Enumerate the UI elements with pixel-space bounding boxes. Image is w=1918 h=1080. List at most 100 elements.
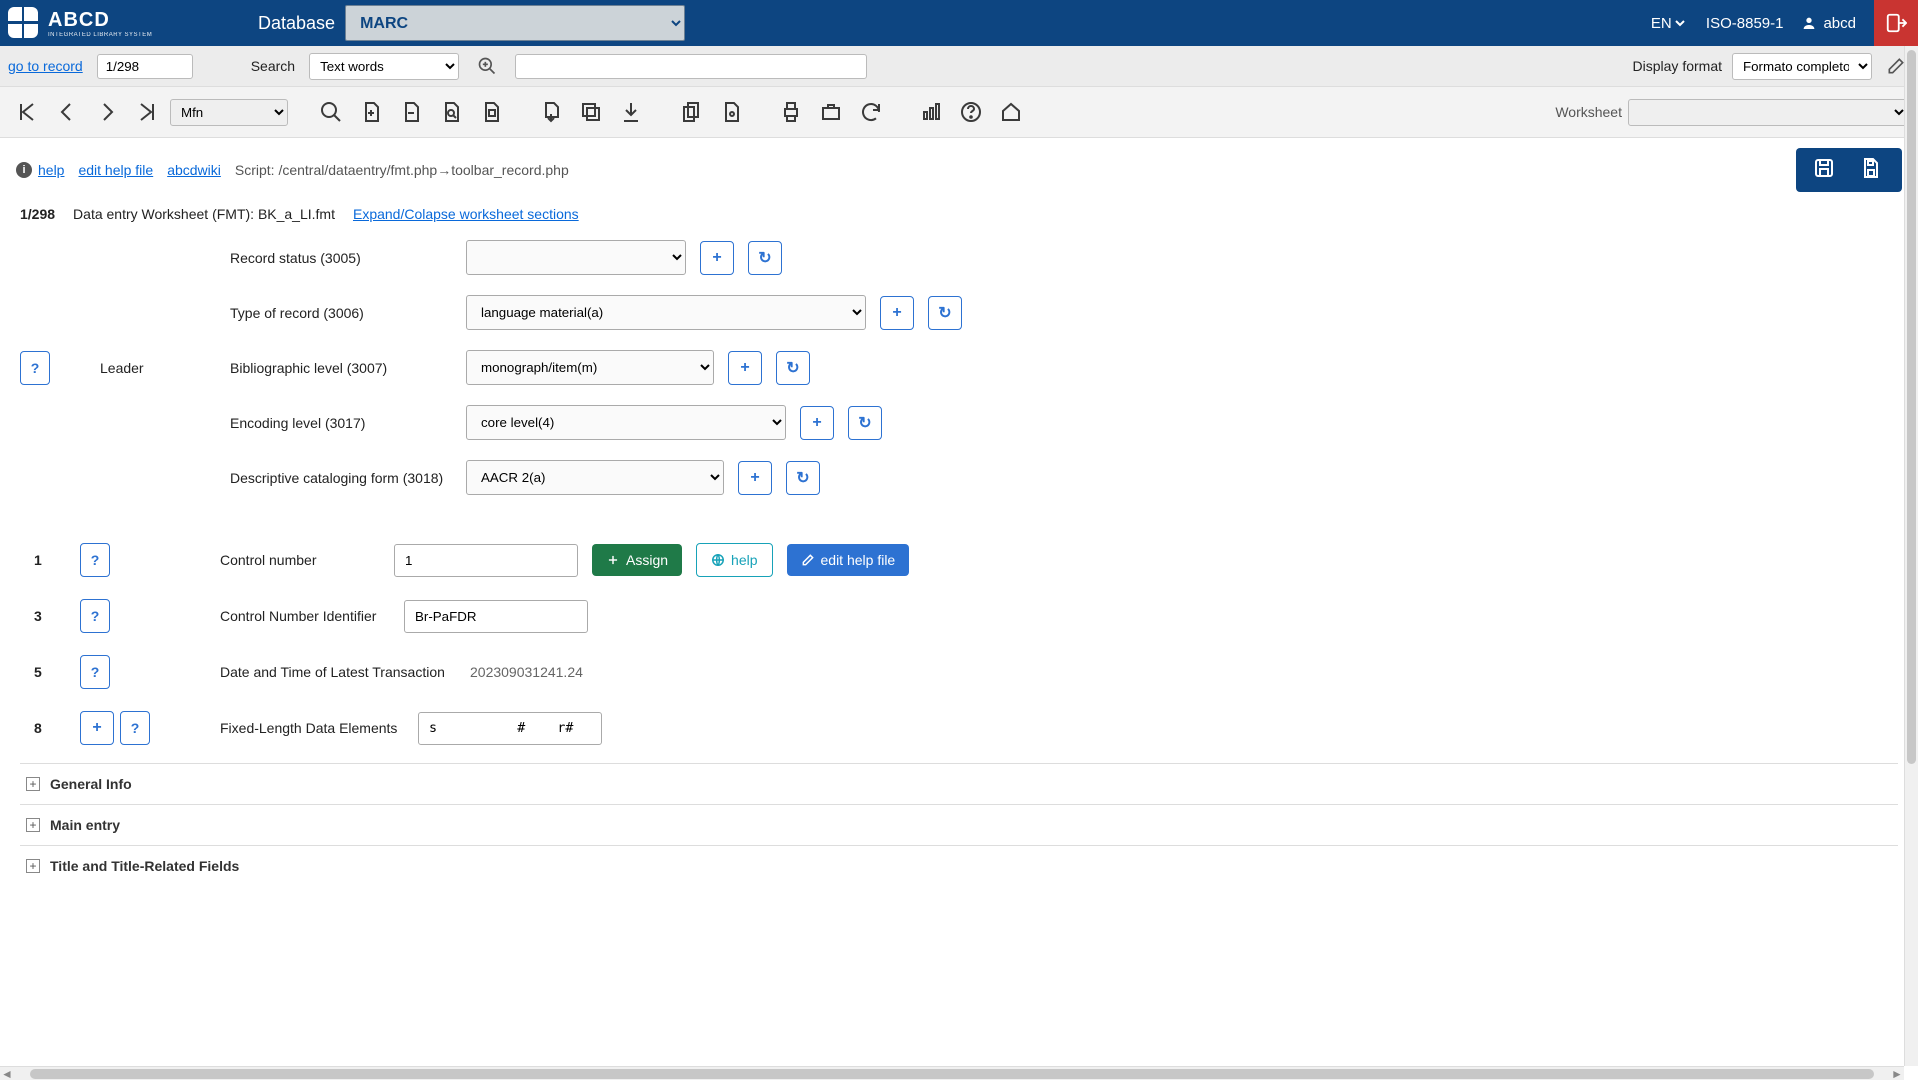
refresh-3007-button[interactable]: ↻ bbox=[776, 351, 810, 385]
select-3006[interactable]: language material(a) bbox=[466, 295, 866, 330]
horizontal-scrollbar[interactable]: ◄ ► bbox=[0, 1066, 1904, 1080]
data-entry-form: ? Leader Record status (3005) + ↻ Type o… bbox=[0, 232, 1918, 896]
leader-help-button[interactable]: ? bbox=[20, 351, 50, 385]
download-button[interactable] bbox=[614, 95, 648, 129]
search-input[interactable] bbox=[515, 54, 867, 79]
delete-record-button[interactable] bbox=[394, 95, 428, 129]
file-icon bbox=[479, 100, 503, 124]
info-icon: i bbox=[16, 162, 32, 178]
add-3017-button[interactable]: + bbox=[800, 406, 834, 440]
field-edit-help-button[interactable]: edit help file bbox=[787, 544, 910, 576]
worksheet-label: Worksheet bbox=[1555, 104, 1622, 120]
help-button[interactable] bbox=[954, 95, 988, 129]
leader-label: Leader bbox=[100, 360, 144, 376]
add-3007-button[interactable]: + bbox=[728, 351, 762, 385]
duplicate-button[interactable] bbox=[674, 95, 708, 129]
abcdwiki-link[interactable]: abcdwiki bbox=[167, 162, 221, 178]
assign-button[interactable]: Assign bbox=[592, 544, 682, 576]
tag-8: 8 bbox=[20, 720, 80, 736]
select-3017[interactable]: core level(4) bbox=[466, 405, 786, 440]
add-3006-button[interactable]: + bbox=[880, 296, 914, 330]
file-cog-icon bbox=[719, 100, 743, 124]
refresh-3006-button[interactable]: ↻ bbox=[928, 296, 962, 330]
brand-logo: ABCD INTEGRATED LIBRARY SYSTEM bbox=[8, 7, 258, 39]
file-minus-icon bbox=[399, 100, 423, 124]
first-record-button[interactable] bbox=[10, 95, 44, 129]
add-field-8-button[interactable]: + bbox=[80, 711, 114, 745]
section-title-title-related: Title and Title-Related Fields bbox=[50, 858, 239, 874]
edit-help-file-link[interactable]: edit help file bbox=[78, 162, 153, 178]
save-button[interactable] bbox=[1812, 156, 1840, 184]
logout-button[interactable] bbox=[1874, 0, 1918, 46]
input-fixed-length-data[interactable] bbox=[418, 712, 602, 745]
help-field-1-button[interactable]: ? bbox=[80, 543, 110, 577]
tag-3: 3 bbox=[20, 608, 80, 624]
help-field-5-button[interactable]: ? bbox=[80, 655, 110, 689]
input-control-number-identifier[interactable] bbox=[404, 600, 588, 633]
browse-records-button[interactable] bbox=[434, 95, 468, 129]
tools-button[interactable] bbox=[814, 95, 848, 129]
row-field-1: 1 ? Control number Assign help edit help… bbox=[20, 543, 1898, 577]
prev-record-button[interactable] bbox=[50, 95, 84, 129]
label-3006: Type of record (3006) bbox=[230, 305, 452, 321]
chart-icon bbox=[919, 100, 943, 124]
save-file-button[interactable] bbox=[1858, 156, 1886, 184]
copy-button[interactable] bbox=[574, 95, 608, 129]
search-bar: go to record Search Text words Display f… bbox=[0, 46, 1918, 87]
home-button[interactable] bbox=[994, 95, 1028, 129]
help-field-8-button[interactable]: ? bbox=[120, 711, 150, 745]
mfn-select[interactable]: Mfn bbox=[170, 99, 288, 126]
search-button[interactable] bbox=[314, 95, 348, 129]
goto-record-link[interactable]: go to record bbox=[8, 58, 83, 74]
save-toolbar bbox=[1796, 148, 1902, 192]
file-import-icon bbox=[539, 100, 563, 124]
import-button[interactable] bbox=[534, 95, 568, 129]
tag-1: 1 bbox=[20, 552, 80, 568]
search-type-select[interactable]: Text words bbox=[309, 53, 459, 80]
refresh-3017-button[interactable]: ↻ bbox=[848, 406, 882, 440]
language-select[interactable]: EN bbox=[1647, 14, 1688, 33]
print-button[interactable] bbox=[774, 95, 808, 129]
display-format-label: Display format bbox=[1633, 58, 1722, 74]
scroll-left-arrow-icon[interactable]: ◄ bbox=[0, 1067, 14, 1080]
stats-button[interactable] bbox=[914, 95, 948, 129]
worksheet-name: Data entry Worksheet (FMT): BK_a_LI.fmt bbox=[73, 206, 335, 222]
database-select[interactable]: MARC bbox=[345, 5, 685, 41]
goto-record-input[interactable] bbox=[97, 54, 193, 79]
record-toolbar: Mfn Worksheet bbox=[0, 87, 1918, 138]
input-control-number[interactable] bbox=[394, 544, 578, 577]
save-file-icon bbox=[1858, 156, 1882, 180]
row-field-3: 3 ? Control Number Identifier bbox=[20, 599, 1898, 633]
script-path: Script: /central/dataentry/fmt.php→toolb… bbox=[235, 162, 569, 178]
refresh-3018-button[interactable]: ↻ bbox=[786, 461, 820, 495]
worksheet-select[interactable] bbox=[1628, 99, 1908, 126]
select-3018[interactable]: AACR 2(a) bbox=[466, 460, 724, 495]
help-link[interactable]: help bbox=[38, 162, 64, 178]
field-help-button[interactable]: help bbox=[696, 543, 772, 577]
last-record-button[interactable] bbox=[130, 95, 164, 129]
next-record-button[interactable] bbox=[90, 95, 124, 129]
expand-sections-link[interactable]: Expand/Colapse worksheet sections bbox=[353, 206, 579, 222]
add-3005-button[interactable]: + bbox=[700, 241, 734, 275]
scroll-right-arrow-icon[interactable]: ► bbox=[1890, 1067, 1904, 1080]
add-3018-button[interactable]: + bbox=[738, 461, 772, 495]
vertical-scrollbar[interactable] bbox=[1904, 46, 1918, 1066]
section-main-entry[interactable]: + Main entry bbox=[20, 805, 1898, 845]
section-title-related[interactable]: + Title and Title-Related Fields bbox=[20, 846, 1898, 886]
section-title-main-entry: Main entry bbox=[50, 817, 120, 833]
new-record-button[interactable] bbox=[354, 95, 388, 129]
advanced-search-button[interactable] bbox=[473, 52, 501, 80]
help-field-3-button[interactable]: ? bbox=[80, 599, 110, 633]
file-plus-icon bbox=[359, 100, 383, 124]
view-record-button[interactable] bbox=[474, 95, 508, 129]
select-3007[interactable]: monograph/item(m) bbox=[466, 350, 714, 385]
section-general-info[interactable]: + General Info bbox=[20, 764, 1898, 804]
select-3005[interactable] bbox=[466, 240, 686, 275]
user-chip[interactable]: abcd bbox=[1801, 15, 1856, 32]
refresh-button[interactable] bbox=[854, 95, 888, 129]
print-icon bbox=[779, 100, 803, 124]
display-format-select[interactable]: Formato completo bbox=[1732, 53, 1872, 80]
file-settings-button[interactable] bbox=[714, 95, 748, 129]
refresh-3005-button[interactable]: ↻ bbox=[748, 241, 782, 275]
row-field-8: 8 + ? Fixed-Length Data Elements bbox=[20, 711, 1898, 745]
